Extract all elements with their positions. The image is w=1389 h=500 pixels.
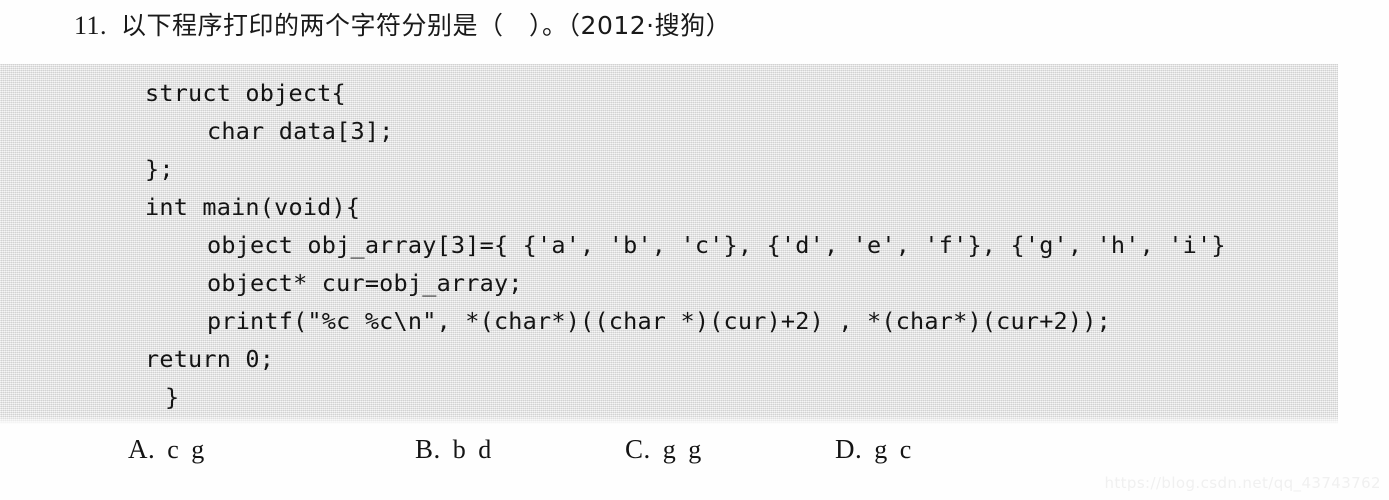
option-d[interactable]: D. g c	[835, 434, 914, 465]
code-line: printf("%c %c\n", *(char*)((char *)(cur)…	[207, 307, 1111, 335]
option-a-letter: A.	[128, 434, 156, 464]
code-line: int main(void){	[145, 193, 361, 221]
scanned-page: 11. 以下程序打印的两个字符分别是（ ）。（2012·搜狗） struct o…	[0, 0, 1389, 500]
option-b-letter: B.	[415, 434, 441, 464]
code-line: struct object{	[145, 79, 346, 107]
code-line: };	[145, 155, 174, 183]
option-c-letter: C.	[625, 434, 651, 464]
option-d-letter: D.	[835, 434, 863, 464]
question-line: 11. 以下程序打印的两个字符分别是（ ）。（2012·搜狗）	[74, 6, 1074, 46]
code-line: }	[165, 383, 180, 411]
option-c[interactable]: C. g g	[625, 434, 704, 465]
question-number: 11.	[74, 11, 108, 40]
code-line: object obj_array[3]={ {'a', 'b', 'c'}, {…	[207, 231, 1226, 259]
option-b-value: b d	[452, 435, 495, 464]
code-block: struct object{ char data[3];}; int main(vo…	[0, 64, 1338, 424]
option-d-value: g c	[874, 435, 915, 464]
option-b[interactable]: B. b d	[415, 434, 494, 465]
code-line: return 0;	[145, 345, 275, 373]
watermark: https://blog.csdn.net/qq_43743762	[1104, 474, 1381, 492]
option-a-value: c g	[167, 435, 208, 464]
code-lines: struct object{ char data[3];}; int main(vo…	[145, 74, 1226, 416]
option-a[interactable]: A. c g	[128, 434, 207, 465]
option-c-value: g g	[662, 435, 705, 464]
code-line: char data[3];	[207, 117, 394, 145]
question-text: 以下程序打印的两个字符分别是（ ）。（2012·搜狗）	[121, 11, 732, 40]
code-line: object* cur=obj_array;	[207, 269, 523, 297]
